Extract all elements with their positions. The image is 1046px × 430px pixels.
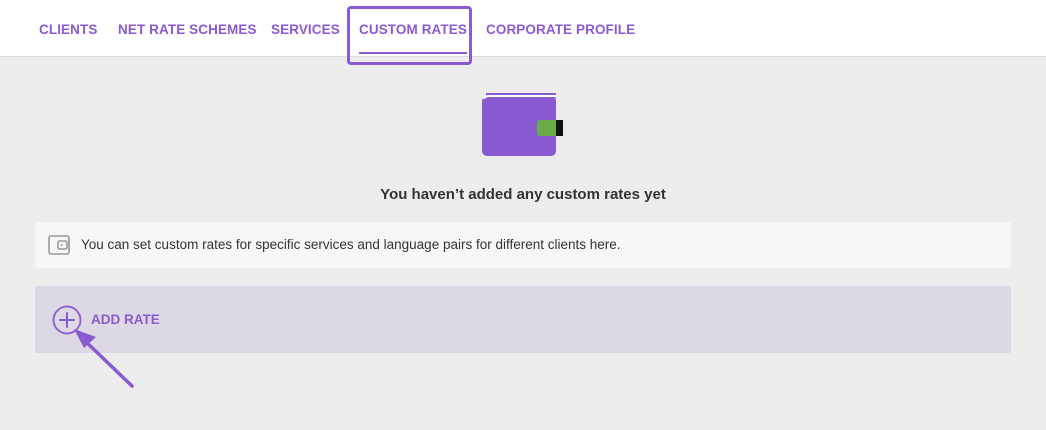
plus-circle-icon[interactable] — [52, 305, 82, 335]
tab-custom-rates[interactable]: CUSTOM RATES — [359, 0, 467, 56]
tab-services[interactable]: SERVICES — [271, 0, 340, 56]
top-navigation: CLIENTS NET RATE SCHEMES SERVICES CUSTOM… — [0, 0, 1046, 65]
add-rate-label[interactable]: ADD RATE — [91, 305, 160, 335]
info-text: You can set custom rates for specific se… — [81, 237, 621, 252]
info-banner: You can set custom rates for specific se… — [35, 222, 1011, 268]
tab-corporate-profile[interactable]: CORPORATE PROFILE — [486, 0, 635, 56]
wallet-outline-icon — [48, 235, 70, 255]
add-rate-area: ADD RATE — [35, 286, 1011, 353]
custom-rates-page: CLIENTS NET RATE SCHEMES SERVICES CUSTOM… — [0, 0, 1046, 430]
empty-state-title: You haven’t added any custom rates yet — [380, 186, 666, 203]
tab-net-rate-schemes[interactable]: NET RATE SCHEMES — [118, 0, 257, 56]
tab-clients[interactable]: CLIENTS — [39, 0, 97, 56]
wallet-icon — [482, 93, 563, 156]
